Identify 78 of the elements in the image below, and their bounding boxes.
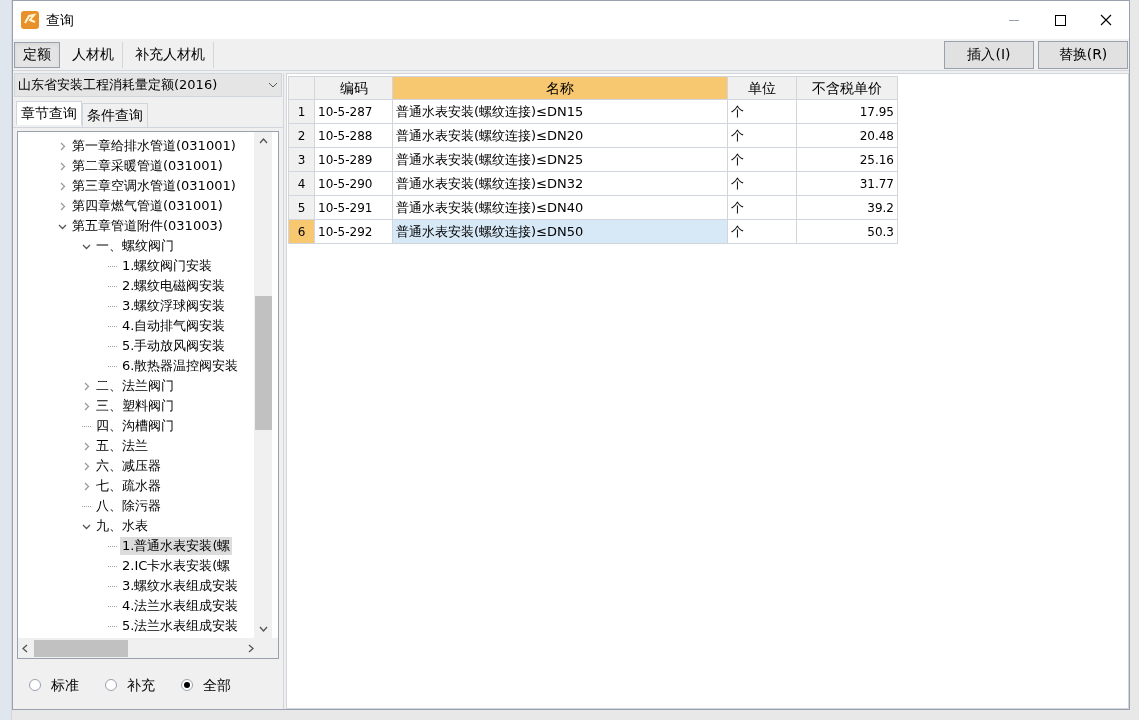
tree-item[interactable]: 1.螺纹阀门安装: [120, 257, 215, 275]
tree-item[interactable]: 3.螺纹浮球阀安装: [120, 297, 228, 315]
row-number: 3: [288, 148, 315, 172]
horizontal-scrollbar[interactable]: [18, 638, 278, 658]
row-number: 6: [288, 220, 315, 244]
row-number: 1: [288, 100, 315, 124]
table-cell: 31.77: [797, 172, 898, 196]
column-header[interactable]: 不含税单价: [797, 76, 898, 100]
row-number: 2: [288, 124, 315, 148]
column-header[interactable]: 单位: [728, 76, 797, 100]
filter-radio[interactable]: 标准: [29, 674, 79, 696]
chevron-down-icon: [268, 82, 278, 88]
tree-item[interactable]: 一、螺纹阀门: [94, 237, 176, 255]
chevron-down-icon[interactable]: [258, 626, 268, 632]
table-cell: 普通水表安装(螺纹连接)≤DN15: [393, 100, 728, 124]
chevron-right-icon[interactable]: [248, 643, 254, 653]
table-cell: 普通水表安装(螺纹连接)≤DN32: [393, 172, 728, 196]
tab[interactable]: 人材机: [64, 41, 123, 68]
table-cell: 个: [728, 172, 797, 196]
filter-radio[interactable]: 补充: [105, 674, 155, 696]
tree-item[interactable]: 第四章燃气管道(031001): [70, 197, 225, 215]
table-cell: 个: [728, 196, 797, 220]
tab[interactable]: 补充人材机: [127, 41, 214, 68]
table-cell: 普通水表安装(螺纹连接)≤DN25: [393, 148, 728, 172]
action-button[interactable]: 替换(R): [1038, 40, 1128, 69]
vertical-scrollbar[interactable]: [254, 132, 272, 638]
library-dropdown[interactable]: 山东省安装工程消耗量定额(2016): [14, 73, 282, 97]
table-cell: 25.16: [797, 148, 898, 172]
tree-item[interactable]: 九、水表: [94, 517, 150, 535]
tree-item[interactable]: 6.散热器温控阀安装: [120, 357, 241, 375]
tree-item[interactable]: 第三章空调水管道(031001): [70, 177, 238, 195]
table-cell: 17.95: [797, 100, 898, 124]
chevron-left-icon[interactable]: [22, 643, 28, 653]
window-title: 查询: [46, 10, 74, 30]
tree-item[interactable]: 二、法兰阀门: [94, 377, 176, 395]
tree-item[interactable]: 第二章采暖管道(031001): [70, 157, 225, 175]
tree-item[interactable]: 第五章管道附件(031003): [70, 217, 225, 235]
filter-radio[interactable]: 全部: [181, 674, 231, 696]
column-header[interactable]: 编码: [315, 76, 393, 100]
tab[interactable]: 条件查询: [82, 103, 148, 127]
tree-item[interactable]: 五、法兰: [94, 437, 150, 455]
column-header[interactable]: 名称: [393, 76, 728, 100]
tree-item[interactable]: 5.手动放风阀安装: [120, 337, 228, 355]
table-cell: 10-5-291: [315, 196, 393, 220]
table-cell: 10-5-287: [315, 100, 393, 124]
table-cell: 个: [728, 100, 797, 124]
tab[interactable]: 章节查询: [16, 101, 82, 125]
table-cell: 10-5-290: [315, 172, 393, 196]
close-icon: [1100, 14, 1112, 26]
table-cell: 普通水表安装(螺纹连接)≤DN20: [393, 124, 728, 148]
row-number: 4: [288, 172, 315, 196]
tree-item[interactable]: 2.螺纹电磁阀安装: [120, 277, 228, 295]
tree-item[interactable]: 3.螺纹水表组成安装: [120, 577, 241, 595]
tree-item[interactable]: 1.普通水表安装(螺: [120, 537, 233, 555]
app-logo-icon: [20, 10, 40, 30]
table-cell: 个: [728, 124, 797, 148]
tree-item[interactable]: 三、塑料阀门: [94, 397, 176, 415]
action-button[interactable]: 插入(I): [944, 40, 1034, 69]
tree-item[interactable]: 4.法兰水表组成安装: [120, 597, 241, 615]
table-cell: 50.3: [797, 220, 898, 244]
table-cell: 20.48: [797, 124, 898, 148]
tree-item[interactable]: 七、疏水器: [94, 477, 163, 495]
row-number: 5: [288, 196, 315, 220]
tree-item[interactable]: 4.自动排气阀安装: [120, 317, 228, 335]
table-cell: 普通水表安装(螺纹连接)≤DN50: [393, 220, 728, 244]
tree-item[interactable]: 四、沟槽阀门: [94, 417, 176, 435]
table-cell: 39.2: [797, 196, 898, 220]
table-cell: 10-5-289: [315, 148, 393, 172]
tree-item[interactable]: 2.IC卡水表安装(螺: [120, 557, 233, 575]
tree-item[interactable]: 八、除污器: [94, 497, 163, 515]
tree-item[interactable]: 六、减压器: [94, 457, 163, 475]
chevron-up-icon[interactable]: [258, 138, 268, 144]
table-cell: 个: [728, 148, 797, 172]
table-cell: 个: [728, 220, 797, 244]
tree-item[interactable]: 第一章给排水管道(031001): [70, 137, 238, 155]
tree-item[interactable]: 5.法兰水表组成安装: [120, 617, 241, 635]
table-cell: 10-5-288: [315, 124, 393, 148]
tab[interactable]: 定额: [14, 41, 60, 68]
